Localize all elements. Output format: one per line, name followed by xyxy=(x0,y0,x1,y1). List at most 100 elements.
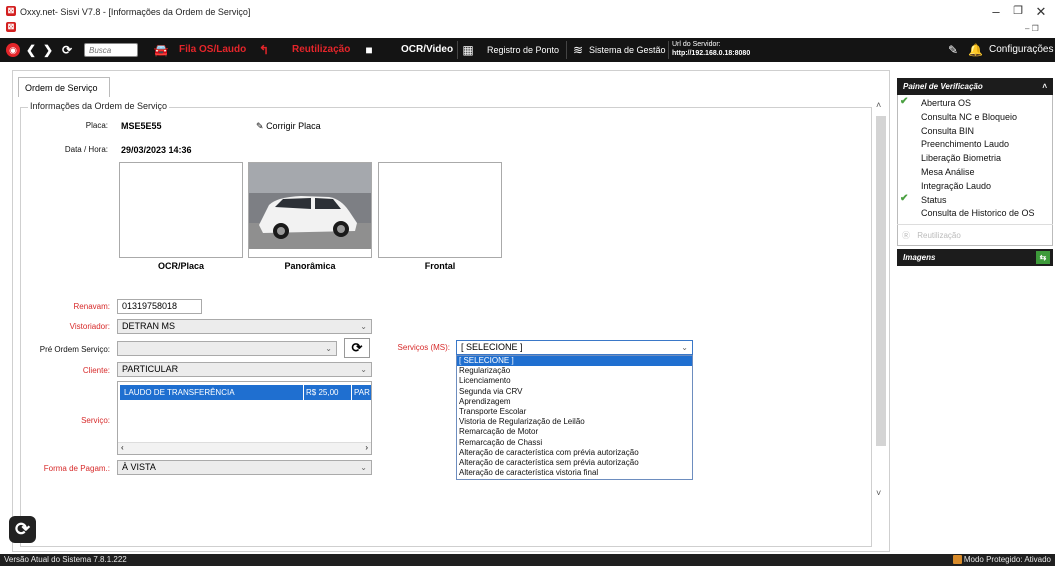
photo-ocr-placa[interactable] xyxy=(119,162,243,258)
check-icon: ✔ xyxy=(900,96,909,107)
cliente-label: Cliente: xyxy=(82,366,110,375)
tab-ordem-servico[interactable]: Ordem de Serviço xyxy=(18,77,110,97)
list-item: Liberação Biometria xyxy=(900,152,1050,166)
edit-icon[interactable]: ✎ xyxy=(946,43,960,57)
sync-button[interactable]: ⟳ xyxy=(9,516,36,543)
ocr-video-button[interactable]: OCR/Video xyxy=(401,38,453,62)
reuse-icon: Ⓡ xyxy=(902,231,910,240)
scroll-left-icon[interactable]: ‹ xyxy=(121,443,124,452)
status-bar: Versão Atual do Sistema 7.8.1.222 Modo P… xyxy=(0,554,1055,566)
servico-name: LAUDO DE TRANSFERÊNCIA xyxy=(124,388,235,397)
scroll-thumb[interactable] xyxy=(876,116,886,446)
photo-panoramica[interactable] xyxy=(248,162,372,258)
dropdown-option[interactable]: Aprendizagem xyxy=(457,397,692,407)
renavam-label: Renavam: xyxy=(73,302,110,311)
vistoriador-label: Vistoriador: xyxy=(69,322,110,331)
car-photo xyxy=(249,163,371,257)
verification-panel-title: Painel de Verificação xyxy=(903,82,983,91)
group-title: Informações da Ordem de Serviço xyxy=(28,101,170,111)
reuse-icon: ↰ xyxy=(258,43,270,57)
horizontal-scrollbar[interactable]: ‹ › xyxy=(118,442,371,454)
chevron-down-icon: ⌄ xyxy=(325,344,332,353)
servicos-ms-dropdown[interactable]: [ SELECIONE ] Regularização Licenciament… xyxy=(456,355,693,480)
panel-divider xyxy=(897,224,1053,225)
configuracoes-button[interactable]: Configurações xyxy=(989,38,1053,62)
refresh-pre-os-button[interactable]: ⟳ xyxy=(344,338,370,358)
vistoriador-value: DETRAN MS xyxy=(122,321,176,331)
close-button[interactable]: ✕ xyxy=(1033,4,1049,20)
check-icon: ✔ xyxy=(900,192,909,204)
list-item: Consulta de Historico de OS xyxy=(900,207,1050,221)
verification-item-label: Status xyxy=(921,194,947,205)
renavam-input[interactable]: 01319758018 xyxy=(117,299,202,314)
fila-os-laudo-button[interactable]: Fila OS/Laudo xyxy=(179,38,246,62)
search-input[interactable] xyxy=(84,43,138,57)
dropdown-option[interactable]: Remarcação de Motor xyxy=(457,427,692,437)
chevron-down-icon: ⌄ xyxy=(360,365,367,374)
servico-label: Serviço: xyxy=(81,416,110,425)
dropdown-option[interactable]: Alteração de característica com prévia a… xyxy=(457,448,692,458)
home-icon[interactable]: ◉ xyxy=(6,43,20,57)
verification-item-label: Liberação Biometria xyxy=(921,153,1002,164)
dropdown-option[interactable]: Vistoria de Regularização de Leilão xyxy=(457,417,692,427)
verification-item-label: Consulta NC e Bloqueio xyxy=(921,111,1018,122)
list-item: ✔ Abertura OS xyxy=(900,96,1050,111)
toolbar-separator xyxy=(457,41,458,59)
sync-icon: ⟳ xyxy=(14,519,31,539)
car-icon: 🚘 xyxy=(153,43,169,57)
registro-ponto-button[interactable]: Registro de Ponto xyxy=(487,38,559,62)
bell-icon[interactable]: 🔔 xyxy=(968,43,983,57)
sistema-gestao-button[interactable]: Sistema de Gestão xyxy=(589,38,666,62)
dropdown-option[interactable]: Segunda via CRV xyxy=(457,387,692,397)
verification-list: ✔ Abertura OS Consulta NC e Bloqueio Con… xyxy=(900,96,1050,221)
cliente-select[interactable]: PARTICULAR ⌄ xyxy=(117,362,372,377)
reutilizacao-status: Ⓡ Reutilização xyxy=(902,230,961,241)
photo-frontal[interactable] xyxy=(378,162,502,258)
table-row[interactable]: LAUDO DE TRANSFERÊNCIA R$ 25,00 PAR xyxy=(120,385,371,400)
scroll-right-icon[interactable]: › xyxy=(365,443,368,452)
toolbar-separator xyxy=(668,41,669,59)
dropdown-option[interactable]: Remarcação de Chassi xyxy=(457,438,692,448)
vertical-scrollbar[interactable]: ˄ ˅ xyxy=(876,100,886,500)
forward-icon[interactable]: ❯ xyxy=(41,43,55,57)
collapse-icon[interactable]: ˄ xyxy=(1042,78,1047,95)
maximize-button[interactable]: ❐ xyxy=(1010,4,1026,17)
mdi-controls[interactable]: – ❐ xyxy=(1025,24,1039,33)
back-icon[interactable]: ❮ xyxy=(24,43,38,57)
scroll-up-icon[interactable]: ˄ xyxy=(876,100,881,110)
chevron-down-icon: ⌄ xyxy=(681,343,688,352)
version-text: Versão Atual do Sistema 7.8.1.222 xyxy=(4,555,127,564)
chevron-down-icon: ⌄ xyxy=(360,322,367,331)
list-item: Preenchimento Laudo xyxy=(900,138,1050,152)
list-item: Consulta NC e Bloqueio xyxy=(900,111,1050,125)
mdi-child-icon: ⊠ xyxy=(6,22,16,32)
dropdown-option[interactable]: Transporte Escolar xyxy=(457,407,692,417)
datahora-value: 29/03/2023 14:36 xyxy=(121,145,192,155)
refresh-images-button[interactable]: ⇆ xyxy=(1036,251,1050,264)
reutilizacao-button[interactable]: Reutilização xyxy=(292,38,350,62)
dropdown-option[interactable]: Regularização xyxy=(457,366,692,376)
window-titlebar: ⊠ Oxxy.net- Sisvi V7.8 - [Informações da… xyxy=(0,0,1055,36)
forma-pag-select[interactable]: À VISTA ⌄ xyxy=(117,460,372,475)
list-item: Integração Laudo xyxy=(900,180,1050,194)
servico-extra: PAR xyxy=(354,388,370,397)
window-title: Oxxy.net- Sisvi V7.8 - [Informações da O… xyxy=(20,7,251,17)
verification-panel-header[interactable]: Painel de Verificação ˄ xyxy=(897,78,1053,95)
corrigir-placa-button[interactable]: ✎ Corrigir Placa xyxy=(256,121,321,132)
dropdown-option[interactable]: [ SELECIONE ] xyxy=(457,356,692,367)
dropdown-option[interactable]: Alteração de característica sem prévia a… xyxy=(457,458,692,468)
dropdown-option[interactable]: Alteração de característica vistoria fin… xyxy=(457,468,692,478)
scroll-down-icon[interactable]: ˅ xyxy=(876,488,881,498)
refresh-icon[interactable]: ⟳ xyxy=(59,43,75,57)
video-icon: ■ xyxy=(365,43,373,57)
dropdown-option[interactable]: Licenciamento xyxy=(457,376,692,386)
servico-list[interactable]: LAUDO DE TRANSFERÊNCIA R$ 25,00 PAR ‹ › xyxy=(117,381,372,455)
pre-os-select[interactable]: ⌄ xyxy=(117,341,337,356)
verification-item-label: Integração Laudo xyxy=(921,180,992,191)
layers-icon: ≋ xyxy=(572,43,584,57)
servicos-ms-select[interactable]: [ SELECIONE ] ⌄ xyxy=(456,340,693,355)
forma-pag-value: À VISTA xyxy=(122,462,156,472)
minimize-button[interactable]: – xyxy=(988,4,1004,19)
placa-value: MSE5E55 xyxy=(121,121,162,131)
vistoriador-select[interactable]: DETRAN MS ⌄ xyxy=(117,319,372,334)
